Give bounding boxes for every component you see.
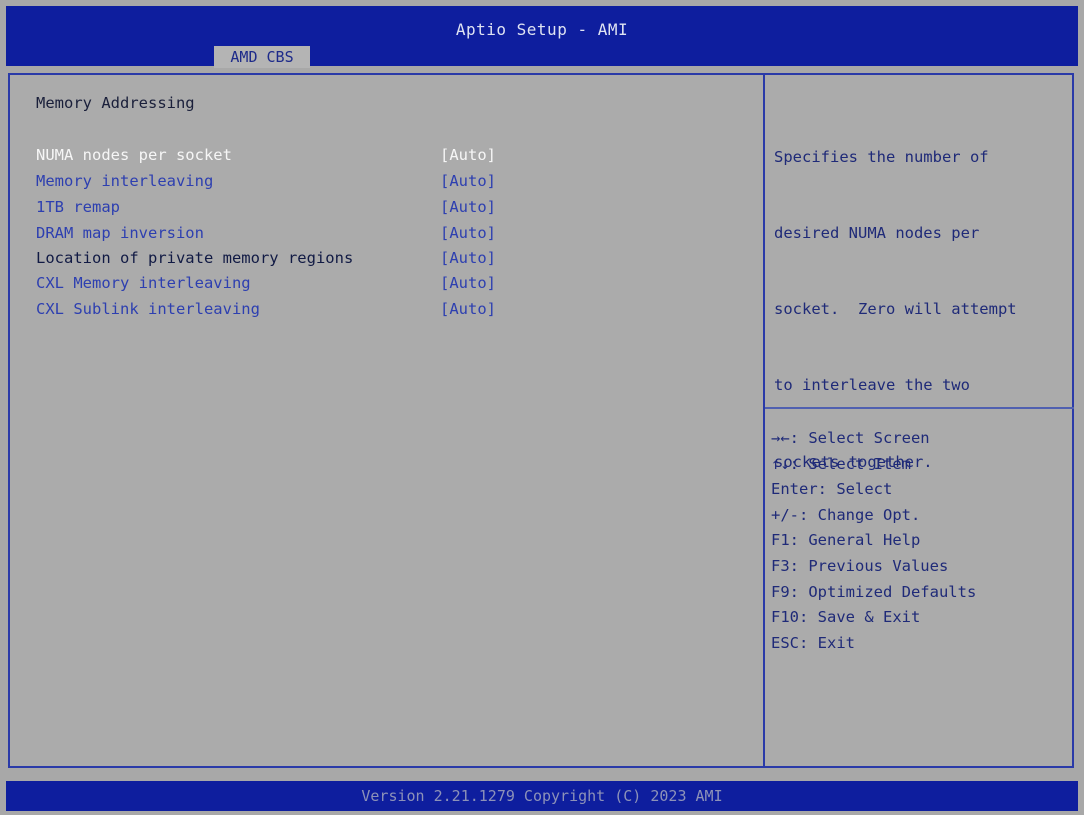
key-select-screen: →←: Select Screen <box>771 429 930 447</box>
setting-memory-interleaving[interactable]: Memory interleaving [Auto] <box>36 172 516 194</box>
setting-label: CXL Sublink interleaving <box>36 300 260 318</box>
app-title: Aptio Setup - AMI <box>455 20 629 39</box>
help-line: desired NUMA nodes per <box>774 224 980 243</box>
help-line: socket. Zero will attempt <box>774 300 1017 319</box>
setting-value: [Auto] <box>440 249 496 267</box>
help-line: Specifies the number of <box>774 147 989 166</box>
setting-value: [Auto] <box>440 146 496 164</box>
setting-label: Memory interleaving <box>36 172 214 190</box>
setting-cxl-sublink-interleaving[interactable]: CXL Sublink interleaving [Auto] <box>36 300 516 322</box>
key-optimized-defaults: F9: Optimized Defaults <box>771 582 977 601</box>
version-footer: Version 2.21.1279 Copyright (C) 2023 AMI <box>6 781 1078 811</box>
setting-label: Location of private memory regions <box>36 249 354 267</box>
key-legend: →←: Select Screen ↑↓: Select Item Enter:… <box>771 426 1071 656</box>
key-save-exit: F10: Save & Exit <box>771 608 921 627</box>
setting-numa-nodes-per-socket[interactable]: NUMA nodes per socket [Auto] <box>36 146 516 168</box>
key-change-opt: +/-: Change Opt. <box>771 505 921 524</box>
setting-value: [Auto] <box>440 274 496 292</box>
setting-value: [Auto] <box>440 198 496 216</box>
key-select-item: ↑↓: Select Item <box>771 454 911 473</box>
setting-value: [Auto] <box>440 172 496 190</box>
section-title: Memory Addressing <box>36 94 195 112</box>
setting-cxl-memory-interleaving[interactable]: CXL Memory interleaving [Auto] <box>36 274 516 296</box>
setting-label: 1TB remap <box>36 198 120 216</box>
key-previous-values: F3: Previous Values <box>771 556 949 575</box>
setting-1tb-remap[interactable]: 1TB remap [Auto] <box>36 198 516 220</box>
setting-label: DRAM map inversion <box>36 224 204 242</box>
setting-label: CXL Memory interleaving <box>36 274 251 292</box>
key-enter-select: Enter: Select <box>771 480 893 499</box>
title-bar: Aptio Setup - AMI AMD CBS <box>6 6 1078 68</box>
key-general-help: F1: General Help <box>771 531 921 550</box>
setting-location-private-memory-regions[interactable]: Location of private memory regions [Auto… <box>36 249 516 271</box>
setting-value: [Auto] <box>440 224 496 242</box>
setting-dram-map-inversion[interactable]: DRAM map inversion [Auto] <box>36 224 516 246</box>
tab-amd-cbs[interactable]: AMD CBS <box>214 46 310 68</box>
help-line: to interleave the two <box>774 376 970 395</box>
key-esc-exit: ESC: Exit <box>771 633 855 652</box>
bios-screen: Aptio Setup - AMI AMD CBS Memory Address… <box>0 0 1084 815</box>
setting-value: [Auto] <box>440 300 496 318</box>
setting-label: NUMA nodes per socket <box>36 146 232 164</box>
panel-divider-vertical <box>763 73 765 768</box>
